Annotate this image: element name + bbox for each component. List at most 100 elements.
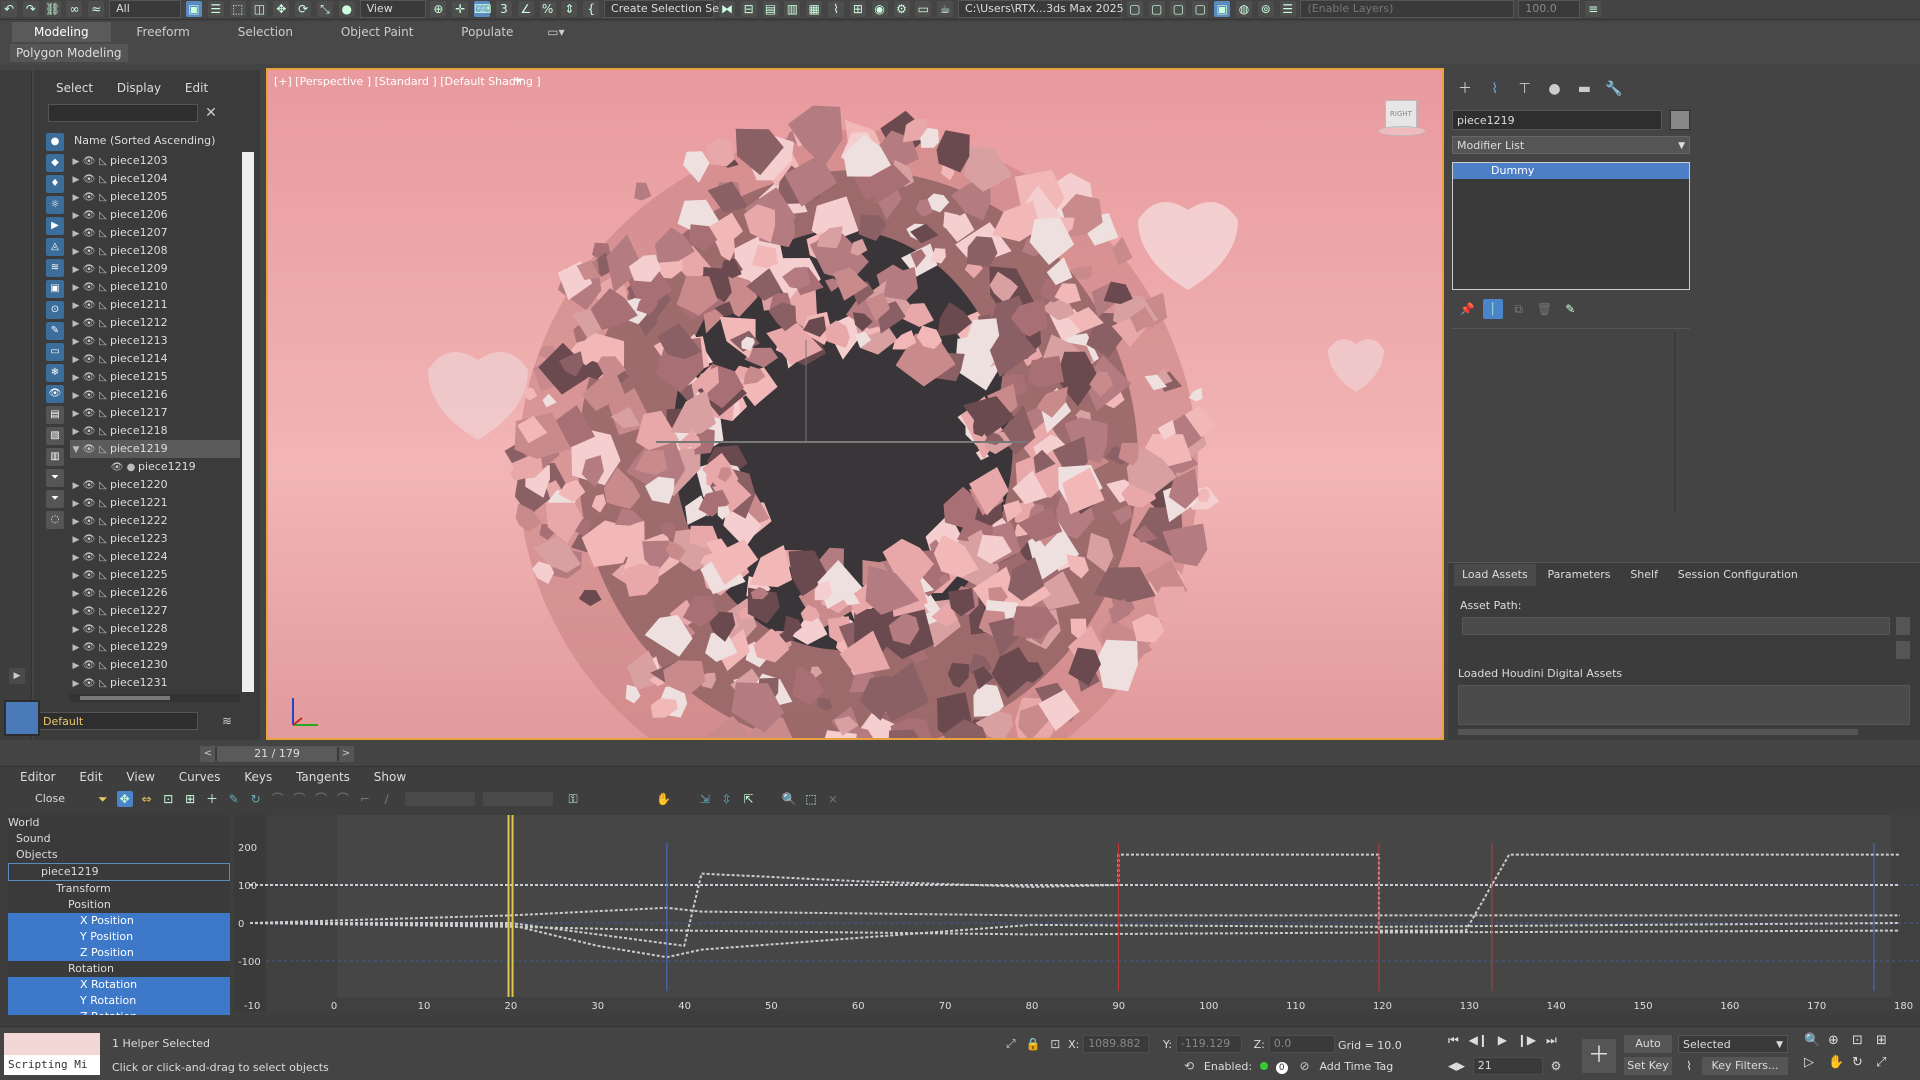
project-open-icon[interactable]: ▢: [1170, 1, 1187, 17]
controller-tree-item[interactable]: Z Position: [8, 945, 230, 961]
stack-item-dummy[interactable]: Dummy: [1453, 163, 1689, 179]
scene-tree-item[interactable]: ▼ 👁 ◺ piece1219: [70, 440, 240, 458]
select-children-icon[interactable]: ◌: [46, 511, 64, 529]
script-listener-label[interactable]: Scripting Mi: [4, 1055, 100, 1075]
key-mode-icon[interactable]: ◀▶: [1448, 1060, 1465, 1073]
isolate-curve-icon[interactable]: ⨯: [825, 791, 841, 807]
percent-field[interactable]: 100.0: [1518, 0, 1581, 18]
add-time-tag-label[interactable]: Add Time Tag: [1319, 1060, 1393, 1073]
display-dependencies-icon[interactable]: ▥: [46, 448, 64, 466]
scene-tree-item[interactable]: ▶ 👁 ◺ piece1206: [70, 206, 240, 224]
selected-dropdown[interactable]: Selected ▼: [1678, 1035, 1788, 1053]
pan-view-icon[interactable]: ✋: [1828, 1055, 1844, 1070]
visibility-eye-icon[interactable]: 👁: [82, 657, 96, 675]
zoom-all-icon[interactable]: ⊕: [1828, 1033, 1839, 1048]
controller-tree-item[interactable]: Transform: [8, 881, 230, 897]
frame-horizontal-icon[interactable]: ⇲: [697, 791, 713, 807]
visibility-eye-icon[interactable]: 👁: [82, 405, 96, 423]
expand-right-icon[interactable]: ▶: [70, 207, 82, 225]
expand-right-icon[interactable]: ▶: [70, 477, 82, 495]
loaded-assets-list[interactable]: [1458, 685, 1910, 725]
expand-right-icon[interactable]: ▶: [70, 369, 82, 387]
selection-filter-dropdown[interactable]: All: [109, 0, 182, 18]
visibility-eye-icon[interactable]: 👁: [82, 315, 96, 333]
add-key-icon[interactable]: ＋: [204, 791, 220, 807]
houdini-scrollbar[interactable]: [1458, 729, 1858, 735]
asset-load-button[interactable]: [1896, 641, 1910, 659]
tab-session-configuration[interactable]: Session Configuration: [1670, 564, 1806, 586]
orbit-icon[interactable]: ↻: [1852, 1055, 1863, 1070]
visibility-eye-icon[interactable]: 👁: [82, 369, 96, 387]
display-xrefs-icon[interactable]: ⊙: [46, 301, 64, 319]
reference-coord-dropdown[interactable]: View: [359, 0, 426, 18]
menu-select[interactable]: Select: [46, 78, 103, 98]
tab-modeling[interactable]: Modeling: [12, 22, 111, 42]
display-shapes-icon[interactable]: ♦: [46, 175, 64, 193]
globe-icon[interactable]: ◍: [1235, 1, 1252, 17]
scale-values-icon[interactable]: ⊞: [182, 791, 198, 807]
zoom-extents-icon[interactable]: ⊡: [1852, 1033, 1863, 1048]
visibility-eye-icon[interactable]: 👁: [82, 513, 96, 531]
configure-sets-icon[interactable]: ✎: [1560, 299, 1580, 319]
expand-right-icon[interactable]: ▶: [70, 351, 82, 369]
display-lights-icon[interactable]: ☼: [46, 196, 64, 214]
display-cameras-icon[interactable]: ▶: [46, 217, 64, 235]
scene-tree-item[interactable]: ▶ 👁 ◺ piece1224: [70, 548, 240, 566]
time-next-button[interactable]: >: [339, 747, 353, 761]
scene-tree-item[interactable]: ▶ 👁 ◺ piece1227: [70, 602, 240, 620]
script-listener-top[interactable]: [4, 1033, 100, 1055]
layers-icon[interactable]: ☰: [1279, 1, 1296, 17]
display-children-icon[interactable]: ▤: [46, 406, 64, 424]
pivot-center-icon[interactable]: ⊕: [430, 1, 447, 17]
y-coord-field[interactable]: -119.129: [1175, 1035, 1242, 1053]
expand-right-icon[interactable]: ▶: [70, 279, 82, 297]
time-prev-button[interactable]: <: [201, 747, 215, 761]
scene-tree-item[interactable]: ▶ 👁 ◺ piece1211: [70, 296, 240, 314]
filter-icon[interactable]: ⏷: [95, 791, 111, 807]
visibility-eye-icon[interactable]: 👁: [82, 279, 96, 297]
display-frozen-icon[interactable]: ❄: [46, 364, 64, 382]
current-frame-field[interactable]: 21: [1472, 1057, 1543, 1075]
scene-tree-item[interactable]: ▶ 👁 ◺ piece1209: [70, 260, 240, 278]
visibility-eye-icon[interactable]: 👁: [82, 261, 96, 279]
curve-editor-icon[interactable]: ⌇: [828, 1, 845, 17]
play-icon[interactable]: ▶: [1498, 1033, 1507, 1047]
clear-search-icon[interactable]: ✕: [202, 104, 220, 122]
visibility-eye-icon[interactable]: 👁: [82, 333, 96, 351]
layer-explorer-icon[interactable]: ▥: [784, 1, 801, 17]
visibility-eye-icon[interactable]: 👁: [82, 477, 96, 495]
scene-tree-item[interactable]: ▶ 👁 ◺ piece1228: [70, 620, 240, 638]
controller-tree-item[interactable]: X Rotation: [8, 977, 230, 993]
expand-right-icon[interactable]: ▶: [70, 567, 82, 585]
expand-right-icon[interactable]: ▶: [70, 603, 82, 621]
time-tag-icon[interactable]: ⊘: [1300, 1059, 1310, 1073]
scene-tree-item[interactable]: ▶ 👁 ◺ piece1229: [70, 638, 240, 656]
layer-stack-icon[interactable]: ≋: [218, 712, 236, 730]
unlink-icon[interactable]: ∞: [66, 1, 83, 17]
ribbon-toggle-icon[interactable]: ▦: [806, 1, 823, 17]
maximize-viewport-icon[interactable]: ⤢: [1876, 1055, 1886, 1070]
scene-tree-item[interactable]: ▶ 👁 ◺ piece1205: [70, 188, 240, 206]
set-key-button[interactable]: Set Key: [1624, 1057, 1672, 1075]
tab-load-assets[interactable]: Load Assets: [1454, 564, 1536, 586]
visibility-eye-icon[interactable]: 👁: [82, 225, 96, 243]
render-setup-icon[interactable]: ⚙: [893, 1, 910, 17]
layer-field-dropdown[interactable]: (Enable Layers): [1300, 0, 1515, 18]
frame-values-icon[interactable]: ⇳: [719, 791, 735, 807]
visibility-eye-icon[interactable]: 👁: [82, 189, 96, 207]
display-containers-icon[interactable]: ▭: [46, 343, 64, 361]
keyboard-shortcut-icon[interactable]: ⌨: [474, 1, 491, 17]
display-hidden-icon[interactable]: 👁: [46, 385, 64, 403]
visibility-eye-icon[interactable]: 👁: [82, 441, 96, 459]
expand-right-icon[interactable]: ▶: [70, 171, 82, 189]
edit-named-selection-icon[interactable]: {: [583, 1, 600, 17]
ce-menu-edit[interactable]: Edit: [69, 767, 112, 787]
scene-tree-item[interactable]: ▶ 👁 ◺ piece1222: [70, 512, 240, 530]
expand-right-icon[interactable]: ▶: [70, 387, 82, 405]
scene-tree-item[interactable]: ▶ 👁 ◺ piece1218: [70, 422, 240, 440]
display-all-icon[interactable]: ●: [46, 133, 64, 151]
filter-selected-icon[interactable]: ⏷: [46, 490, 64, 508]
viewcube-face[interactable]: RIGHT: [1385, 100, 1417, 128]
go-to-start-icon[interactable]: ⏮: [1448, 1033, 1459, 1047]
isolate-selection-icon[interactable]: ⤢: [1006, 1037, 1016, 1051]
